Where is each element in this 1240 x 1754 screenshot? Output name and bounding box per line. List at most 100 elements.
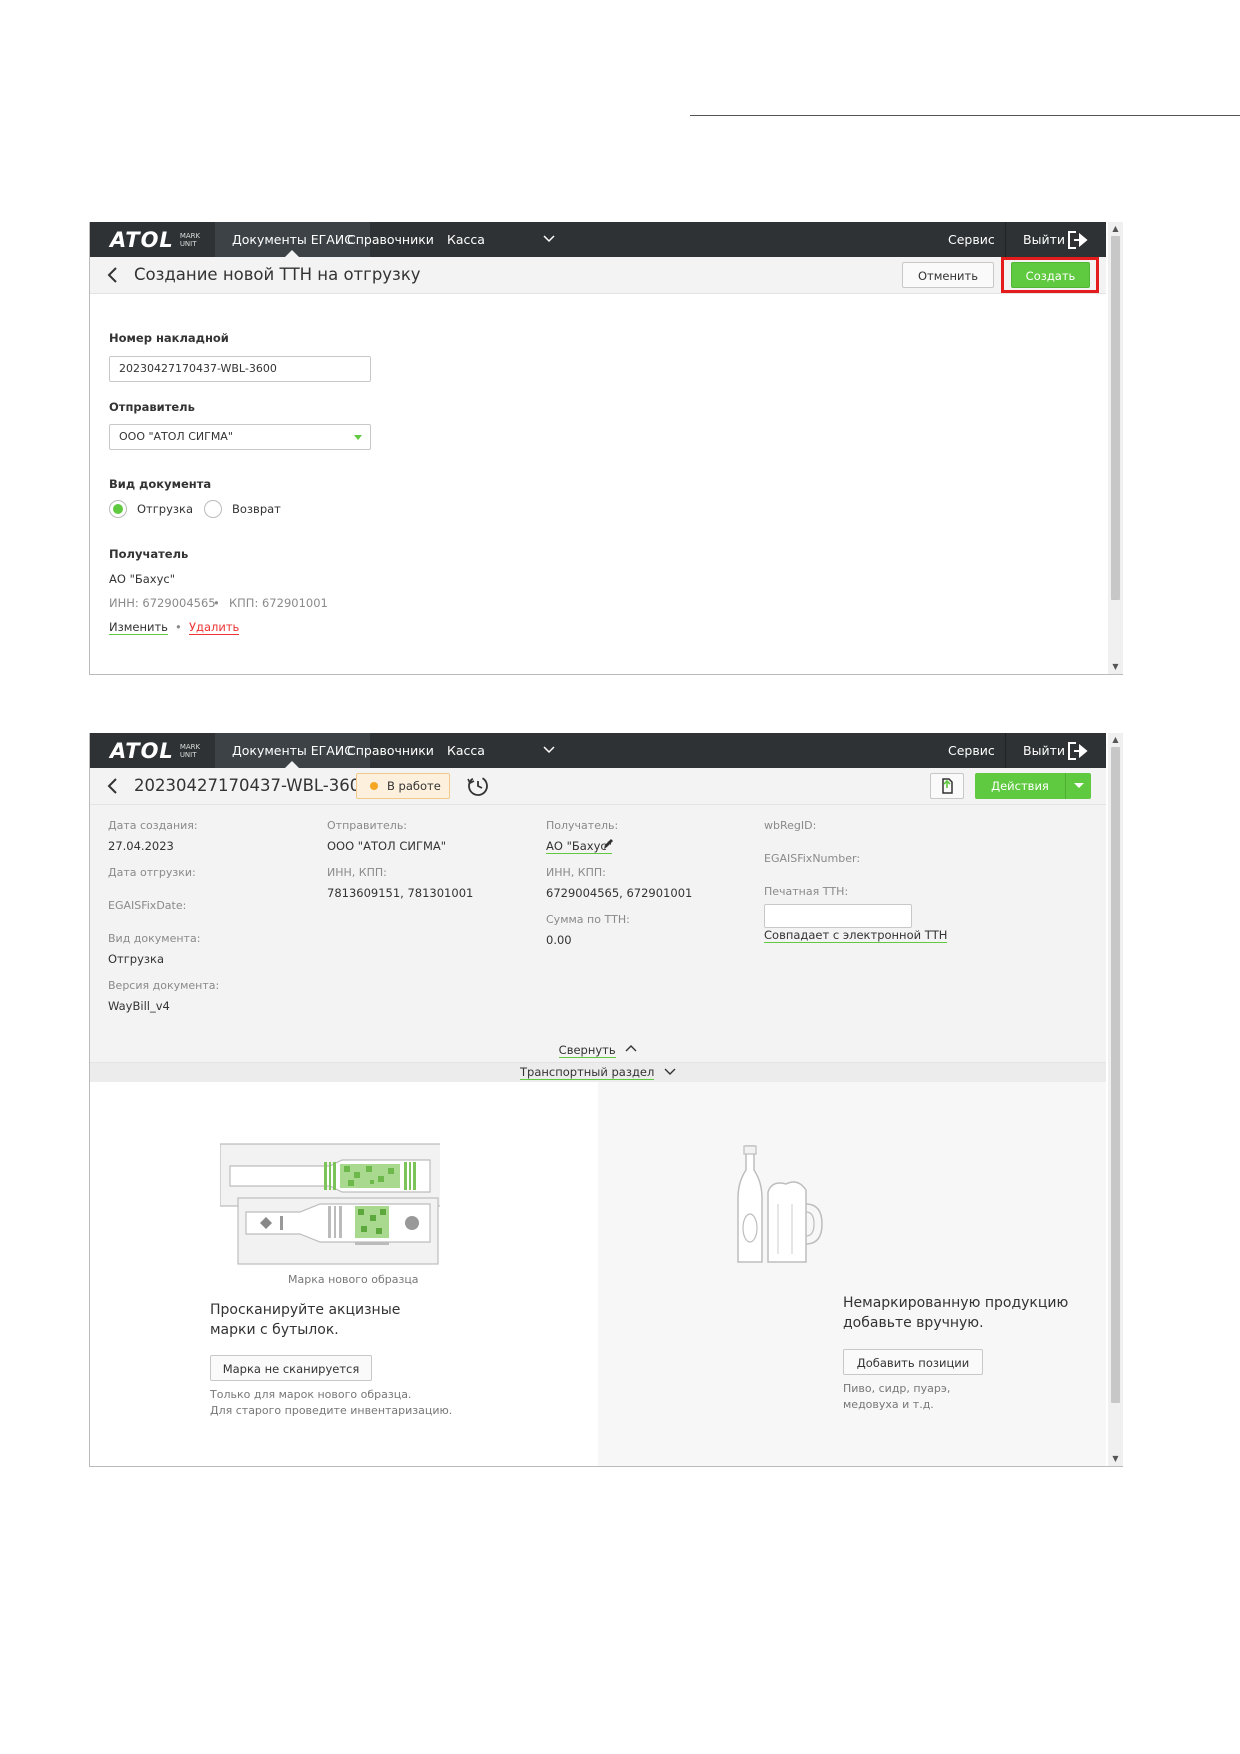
invoice-number-input[interactable]: 20230427170437-WBL-3600 [109, 356, 371, 382]
scan-note-1: Только для марок нового образца. [210, 1388, 412, 1401]
page-header: 20230427170437-WBL-3600 В работе Действи… [90, 768, 1106, 805]
shipped-date-label: Дата отгрузки: [108, 866, 196, 879]
match-electronic-ttn-link[interactable]: Совпадает с электронной ТТН [764, 928, 948, 943]
add-positions-button[interactable]: Добавить позиции [843, 1349, 983, 1375]
manual-instruction-1: Немаркированную продукцию [843, 1295, 1069, 1311]
nav-service[interactable]: Сервис [948, 222, 995, 257]
scroll-thumb[interactable] [1111, 747, 1120, 1403]
logout-link[interactable]: Выйти [1023, 222, 1065, 257]
export-button[interactable] [930, 773, 964, 799]
document-info: Дата создания: 27.04.2023 Дата отгрузки:… [90, 805, 1106, 1038]
created-date-label: Дата создания: [108, 819, 198, 832]
radio-shipment-label[interactable]: Отгрузка [137, 502, 193, 516]
dropdown-arrow-icon [354, 435, 362, 440]
delete-recipient-link[interactable]: Удалить [189, 620, 240, 635]
nav-separator [1005, 222, 1006, 257]
logout-icon[interactable] [1067, 741, 1089, 761]
excise-stamp-illustration [220, 1142, 440, 1265]
transport-section-bar: Транспортный раздел [90, 1063, 1106, 1083]
cancel-button[interactable]: Отменить [902, 262, 994, 288]
doc-type-value: Отгрузка [108, 952, 165, 966]
radio-shipment[interactable] [109, 500, 127, 518]
recipient-kpp: КПП: 672901001 [229, 596, 328, 610]
top-rule [690, 115, 1240, 116]
logout-icon[interactable] [1067, 230, 1089, 250]
status-text: В работе [387, 779, 441, 793]
top-navbar: ATOL MARK UNIT Документы ЕГАИС Справочник… [90, 733, 1106, 768]
scroll-down-icon[interactable]: ▼ [1108, 1452, 1123, 1466]
stamp-not-scanning-button[interactable]: Марка не сканируется [210, 1355, 372, 1381]
nav-cash[interactable]: Касса [430, 222, 502, 257]
manual-note-1: Пиво, сидр, пуарэ, [843, 1382, 951, 1395]
scroll-up-icon[interactable]: ▲ [1108, 733, 1123, 747]
scrollbar[interactable]: ▲ ▼ [1108, 733, 1123, 1466]
manual-add-panel: Немаркированную продукцию добавьте вручн… [598, 1082, 1106, 1466]
actions-button[interactable]: Действия [975, 773, 1065, 799]
scroll-thumb[interactable] [1111, 236, 1120, 600]
sender-value: ООО "АТОЛ СИГМА" [327, 839, 447, 853]
scan-panel: Марка нового образца Просканируйте акциз… [90, 1082, 598, 1466]
recipient-inn-value: 6729004565, 672901001 [546, 886, 693, 900]
ttn-sum-label: Сумма по ТТН: [546, 913, 630, 926]
scan-instruction-2: марки с бутылок. [210, 1322, 339, 1338]
created-date-value: 27.04.2023 [108, 839, 174, 853]
page-header: Создание новой ТТН на отгрузку Отменить … [90, 257, 1106, 294]
actions-dropdown-icon[interactable] [1065, 773, 1091, 799]
back-arrow-icon[interactable] [106, 777, 120, 795]
logo-sub: MARK UNIT [179, 743, 201, 759]
nav-service[interactable]: Сервис [948, 733, 995, 768]
sender-select[interactable]: ООО "АТОЛ СИГМА" [109, 424, 371, 450]
chevron-up-icon[interactable] [625, 1044, 637, 1054]
sender-label: Отправитель: [327, 819, 408, 832]
document-title: 20230427170437-WBL-3600 [134, 776, 371, 795]
scrollbar[interactable]: ▲ ▼ [1108, 222, 1123, 674]
dot-separator: • [175, 620, 182, 634]
document-screen: ATOL MARK UNIT Документы ЕГАИС Справочник… [89, 733, 1123, 1467]
new-stamp-caption: Марка нового образца [288, 1273, 419, 1286]
edit-pencil-icon[interactable] [602, 837, 614, 851]
radio-return-label[interactable]: Возврат [232, 502, 281, 516]
scan-note-2: Для старого проведите инвентаризацию. [210, 1404, 453, 1417]
transport-section-link[interactable]: Транспортный раздел [520, 1065, 655, 1080]
scroll-down-icon[interactable]: ▼ [1108, 660, 1123, 674]
recipient-label: Получатель [109, 547, 189, 561]
doc-type-label: Вид документа: [108, 932, 201, 945]
back-arrow-icon[interactable] [106, 266, 120, 284]
sender-inn-value: 7813609151, 781301001 [327, 886, 474, 900]
chevron-down-icon[interactable] [664, 1066, 676, 1076]
doc-version-label: Версия документа: [108, 979, 220, 992]
bottle-mug-icon [737, 1145, 823, 1263]
recipient-name: АО "Бахус" [109, 572, 176, 586]
export-icon [942, 778, 953, 794]
recipient-inn: ИНН: 6729004565 [109, 596, 216, 610]
sender-select-value: ООО "АТОЛ СИГМА" [119, 430, 233, 443]
scroll-up-icon[interactable]: ▲ [1108, 222, 1123, 236]
atol-logo[interactable]: ATOL MARK UNIT [110, 739, 201, 763]
nav-separator [1005, 733, 1006, 768]
wbregid-label: wbRegID: [764, 819, 817, 832]
atol-logo[interactable]: ATOL MARK UNIT [110, 228, 201, 252]
sender-inn-label: ИНН, КПП: [327, 866, 387, 879]
manual-instruction-2: добавьте вручную. [843, 1315, 984, 1331]
create-button-highlight [1001, 257, 1099, 293]
create-ttn-screen: ATOL MARK UNIT Документы ЕГАИС Справочник… [89, 222, 1123, 675]
recipient-label: Получатель: [546, 819, 619, 832]
top-navbar: ATOL MARK UNIT Документы ЕГАИС Справочник… [90, 222, 1106, 257]
radio-return[interactable] [204, 500, 222, 518]
logo-sub: MARK UNIT [179, 232, 201, 248]
nav-more-chevron-icon[interactable] [542, 222, 556, 257]
history-icon[interactable] [466, 774, 490, 798]
change-recipient-link[interactable]: Изменить [109, 620, 168, 635]
nav-more-chevron-icon[interactable] [542, 733, 556, 768]
printed-ttn-input[interactable] [764, 904, 912, 928]
doc-version-value: WayBill_v4 [108, 999, 170, 1013]
logout-link[interactable]: Выйти [1023, 733, 1065, 768]
status-dot [370, 782, 378, 790]
logo-text: ATOL [110, 228, 174, 252]
manual-note-2: медовуха и т.д. [843, 1398, 934, 1411]
sender-label: Отправитель [109, 400, 195, 414]
page-title: Создание новой ТТН на отгрузку [134, 265, 421, 284]
nav-cash[interactable]: Касса [430, 733, 502, 768]
collapse-link[interactable]: Свернуть [558, 1043, 616, 1058]
invoice-number-label: Номер накладной [109, 331, 229, 345]
